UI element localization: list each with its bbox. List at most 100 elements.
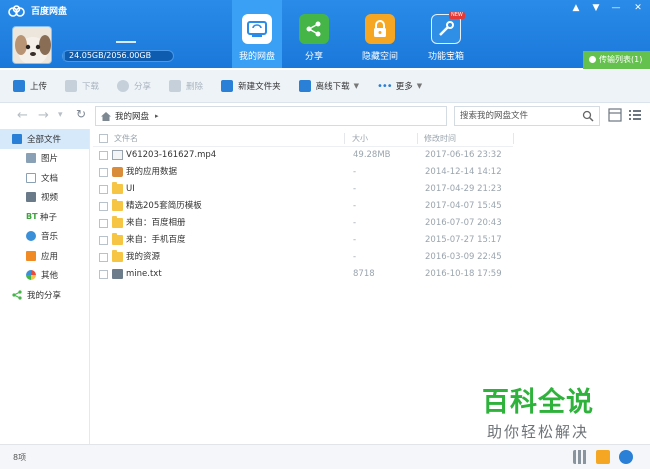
file-name[interactable]: 我的资源 (126, 249, 160, 266)
sidebar-item-images[interactable]: 图片 (0, 149, 89, 169)
torrent-icon: BT (26, 212, 38, 222)
breadcrumb-arrow-icon[interactable]: ▸ (155, 112, 159, 120)
storage-quota-bar: 24.05GB/2056.00GB (62, 50, 174, 62)
offline-download-label: 离线下载 (315, 82, 350, 92)
new-folder-icon (221, 80, 234, 92)
row-checkbox[interactable] (99, 270, 108, 279)
column-header-name[interactable]: 文件名 (114, 130, 138, 147)
list-view-icon[interactable] (628, 108, 642, 122)
share-icon (12, 290, 22, 300)
row-checkbox[interactable] (99, 151, 108, 160)
file-modified: 2017-04-29 21:23 (425, 184, 502, 194)
table-row[interactable]: V61203-161627.mp4 49.28MB 2017-06-16 23:32 (93, 147, 513, 164)
new-folder-button[interactable]: 新建文件夹 (221, 80, 281, 92)
upload-label: 上传 (30, 82, 48, 92)
trash-icon (169, 80, 182, 92)
search-icon[interactable] (582, 110, 594, 122)
sidebar-item-label: 应用 (41, 251, 59, 262)
file-name[interactable]: V61203-161627.mp4 (126, 147, 216, 164)
table-row[interactable]: UI - 2017-04-29 21:23 (93, 181, 513, 198)
sidebar-item-label: 视频 (41, 193, 59, 204)
toolbar: 上传 下载 分享 删除 新建文件夹 离线下载 ▼ ••• 更多 ▼ (0, 70, 650, 103)
delete-button[interactable]: 删除 (169, 80, 203, 92)
folder-icon (112, 199, 123, 211)
more-button[interactable]: ••• 更多 ▼ (376, 80, 422, 93)
download-label: 下载 (82, 82, 100, 92)
thumbnail-view-icon[interactable] (608, 108, 622, 122)
table-row[interactable]: 来自：手机百度 - 2015-07-27 15:17 (93, 232, 513, 249)
row-checkbox[interactable] (99, 236, 108, 245)
download-icon (65, 80, 78, 92)
image-icon (26, 153, 36, 164)
pin-icon[interactable]: ▲ (566, 0, 586, 16)
file-name[interactable]: 我的应用数据 (126, 164, 177, 181)
download-button[interactable]: 下载 (65, 80, 99, 92)
file-name[interactable]: 来自：手机百度 (126, 232, 186, 249)
sidebar-item-other[interactable]: 其他 (0, 266, 89, 286)
lock-icon (365, 14, 395, 44)
offline-download-button[interactable]: 离线下载 ▼ (298, 80, 359, 92)
table-row[interactable]: 我的应用数据 - 2014-12-14 14:12 (93, 164, 513, 181)
minimize-icon[interactable]: — (606, 0, 626, 16)
cloud-drive-icon (242, 14, 272, 44)
sidebar-item-videos[interactable]: 视频 (0, 188, 89, 208)
sidebar-item-label: 其他 (41, 271, 59, 282)
sidebar-item-my-shares[interactable]: 我的分享 (0, 285, 89, 305)
watermark-title: 百科全说 (482, 387, 594, 418)
table-row[interactable]: 来自：百度相册 - 2016-07-07 20:43 (93, 215, 513, 232)
tab-share[interactable]: 分享 (289, 0, 339, 68)
breadcrumb[interactable]: 我的网盘 ▸ (95, 106, 447, 126)
row-checkbox[interactable] (99, 168, 108, 177)
share-label: 分享 (134, 82, 152, 92)
close-icon[interactable]: ✕ (626, 0, 650, 16)
table-row[interactable]: 我的资源 - 2016-03-09 22:45 (93, 249, 513, 266)
column-header-size[interactable]: 大小 (352, 130, 368, 147)
file-name[interactable]: UI (126, 181, 135, 198)
forward-icon[interactable]: → (38, 108, 49, 123)
sidebar-item-label: 音乐 (41, 232, 59, 243)
sidebar-item-music[interactable]: 音乐 (0, 227, 89, 247)
table-row[interactable]: 精选205套简历模板 - 2017-04-07 15:45 (93, 198, 513, 215)
file-name[interactable]: mine.txt (126, 266, 162, 283)
row-checkbox[interactable] (99, 185, 108, 194)
row-checkbox[interactable] (99, 202, 108, 211)
tab-my-drive[interactable]: 我的网盘 (232, 0, 282, 68)
breadcrumb-my-drive[interactable]: 我的网盘 (115, 110, 149, 122)
sidebar-item-label: 全部文件 (27, 134, 62, 145)
column-divider (417, 133, 418, 144)
more-label: 更多 (395, 82, 413, 92)
assistant-icon[interactable] (619, 450, 633, 464)
table-row[interactable]: mine.txt 8718 2016-10-18 17:59 (93, 266, 513, 283)
row-checkbox[interactable] (99, 253, 108, 262)
search-input[interactable] (455, 107, 573, 125)
file-size: - (353, 235, 357, 245)
notification-icon[interactable] (596, 450, 610, 464)
upload-button[interactable]: 上传 (13, 80, 47, 92)
back-icon[interactable]: ← (17, 108, 28, 123)
offline-download-icon (298, 80, 311, 92)
tab-hidden-space[interactable]: 隐藏空间 (355, 0, 405, 68)
video-file-icon (112, 150, 123, 160)
row-checkbox[interactable] (99, 219, 108, 228)
watermark-subtitle: 助你轻松解决 (486, 423, 589, 441)
grid-icon[interactable] (573, 450, 587, 464)
tab-toolbox[interactable]: 功能宝箱 NEW (421, 0, 471, 68)
transfer-list-button[interactable]: 传输列表(1) (583, 51, 650, 69)
window-controls: ▲ ▼ — ✕ (566, 0, 650, 16)
file-rows: V61203-161627.mp4 49.28MB 2017-06-16 23:32… (93, 147, 513, 283)
sidebar-item-all-files[interactable]: 全部文件 (0, 129, 89, 149)
share-button[interactable]: 分享 (117, 80, 151, 92)
sidebar-item-torrents[interactable]: BT 种子 (0, 207, 89, 227)
avatar[interactable] (12, 26, 52, 64)
sidebar-item-documents[interactable]: 文档 (0, 168, 89, 188)
select-all-checkbox[interactable] (99, 134, 108, 143)
sidebar-item-apps[interactable]: 应用 (0, 246, 89, 266)
column-header-modified[interactable]: 修改时间 (424, 130, 456, 147)
app-title-text: 百度网盘 (31, 7, 68, 17)
menu-icon[interactable]: ▼ (586, 0, 606, 16)
refresh-icon[interactable]: ↻ (76, 107, 86, 121)
more-dots-icon: ••• (376, 80, 393, 92)
file-name[interactable]: 精选205套简历模板 (126, 198, 202, 215)
history-chevron-icon[interactable]: ▾ (58, 110, 63, 120)
file-name[interactable]: 来自：百度相册 (126, 215, 186, 232)
